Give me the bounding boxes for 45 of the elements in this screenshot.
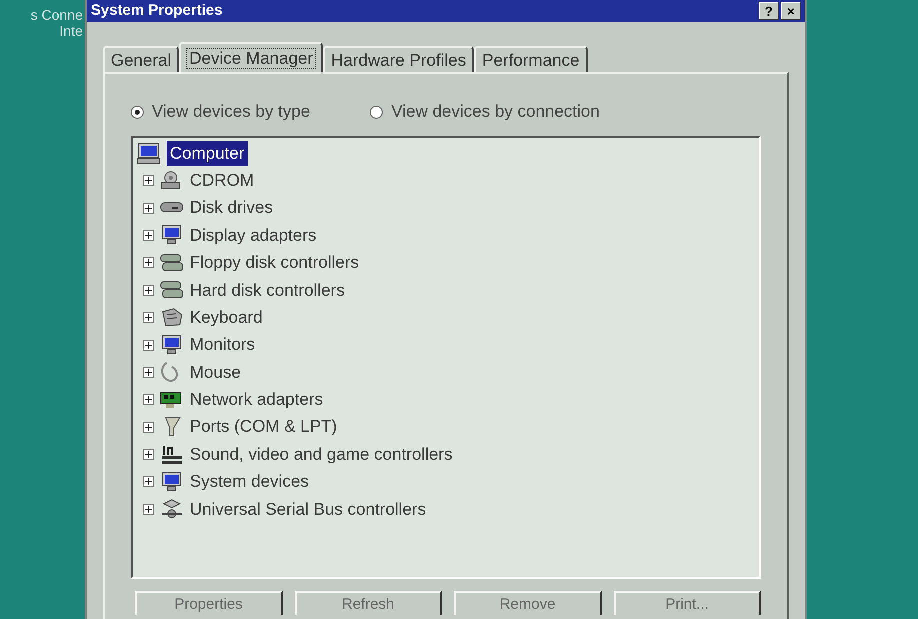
- computer-icon: [137, 142, 161, 164]
- tree-item[interactable]: Monitors: [190, 332, 256, 358]
- tree-item[interactable]: System devices: [190, 469, 310, 495]
- tree-item[interactable]: Ports (COM & LPT): [190, 414, 338, 440]
- drives-icon: [160, 252, 184, 274]
- tree-item[interactable]: Floppy disk controllers: [190, 250, 360, 276]
- close-button[interactable]: ×: [781, 2, 801, 20]
- radio-button[interactable]: [131, 106, 144, 118]
- help-button[interactable]: ?: [759, 2, 779, 20]
- expand-button[interactable]: [143, 202, 154, 214]
- expand-button[interactable]: [143, 504, 154, 515]
- tree-item[interactable]: Keyboard: [190, 304, 263, 330]
- desktop-icon-label[interactable]: s Conne: [30, 8, 83, 22]
- window-title: System Properties: [91, 0, 224, 21]
- expand-button[interactable]: [143, 257, 154, 268]
- expand-button[interactable]: [143, 449, 154, 460]
- monitor-icon: [160, 224, 184, 246]
- expand-button[interactable]: [143, 394, 154, 406]
- tree-item[interactable]: Computer: [167, 140, 248, 166]
- radio-option[interactable]: View devices by connection: [370, 99, 600, 125]
- expand-button[interactable]: [143, 230, 154, 241]
- tree-item[interactable]: Display adapters: [190, 222, 317, 248]
- monitor-icon: [160, 334, 184, 356]
- monitor-icon: [160, 470, 184, 493]
- expand-button[interactable]: [143, 175, 154, 186]
- tab[interactable]: Performance: [474, 46, 588, 72]
- tree-item[interactable]: Hard disk controllers: [190, 278, 345, 303]
- desktop-icon-label[interactable]: Inte: [60, 24, 83, 38]
- radio-button[interactable]: [370, 106, 384, 118]
- expand-button[interactable]: [143, 366, 154, 378]
- expand-button[interactable]: [143, 422, 154, 433]
- expand-button[interactable]: [143, 340, 154, 351]
- tab[interactable]: Device Manager: [179, 42, 324, 74]
- tree-item[interactable]: Network adapters: [190, 387, 324, 413]
- expand-button[interactable]: [143, 284, 154, 296]
- tree-item[interactable]: Disk drives: [190, 195, 274, 221]
- drives-icon: [160, 279, 184, 302]
- expand-button[interactable]: [143, 312, 154, 324]
- tab[interactable]: Hardware Profiles: [323, 46, 474, 72]
- radio-option[interactable]: View devices by type: [131, 99, 310, 125]
- expand-button[interactable]: [143, 476, 154, 488]
- tree-item[interactable]: Mouse: [190, 360, 242, 386]
- tree-item[interactable]: Sound, video and game controllers: [190, 442, 453, 468]
- tree-item[interactable]: CDROM: [190, 168, 254, 194]
- tree-item[interactable]: Universal Serial Bus controllers: [190, 496, 426, 522]
